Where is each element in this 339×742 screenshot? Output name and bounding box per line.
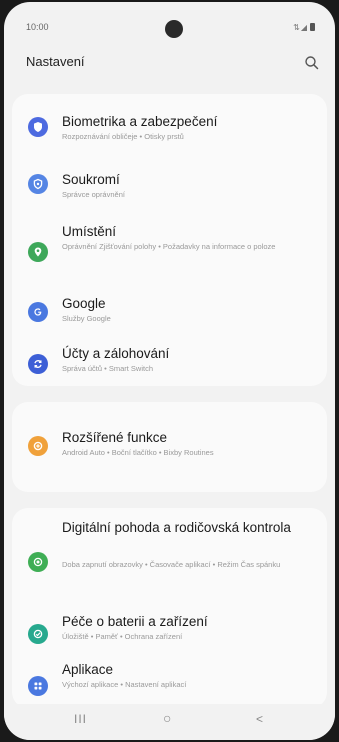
settings-item-digital-wellbeing[interactable]: Digitální pohoda a rodičovská kontrola D…: [12, 516, 327, 600]
wellbeing-icon: [28, 552, 48, 572]
settings-item-label: Péče o baterii a zařízení: [62, 614, 208, 629]
status-icons: ⇅◢: [293, 23, 315, 32]
settings-item-summary: Správce oprávnění: [62, 190, 125, 199]
app-header: Nastavení: [4, 48, 335, 78]
battery-icon: [310, 23, 315, 31]
settings-item-label: Aplikace: [62, 662, 114, 677]
recents-button[interactable]: III: [74, 712, 87, 726]
search-icon[interactable]: [303, 54, 321, 72]
phone-screen: 10:00 ⇅◢ Nastavení Biometrika a zabezpeč…: [4, 2, 335, 740]
settings-item-summary: Služby Google: [62, 314, 111, 323]
settings-item-summary: Doba zapnutí obrazovky • Časovače aplika…: [62, 560, 281, 569]
settings-item-label: Umístění: [62, 224, 117, 239]
settings-item-google[interactable]: Google Služby Google: [12, 284, 327, 330]
home-button[interactable]: ○: [163, 710, 171, 726]
page-title: Nastavení: [26, 54, 85, 69]
settings-item-label: Google: [62, 296, 106, 311]
settings-item-device-care[interactable]: Péče o baterii a zařízení Úložiště • Pam…: [12, 602, 327, 652]
settings-item-label: Digitální pohoda a rodičovská kontrola: [62, 520, 291, 535]
navigation-bar: III ○ <: [4, 704, 335, 740]
sync-icon: [28, 354, 48, 374]
settings-item-summary: Úložiště • Paměť • Ochrana zařízení: [62, 632, 183, 641]
location-pin-icon: [28, 242, 48, 262]
shield-icon: [28, 117, 48, 137]
settings-item-label: Účty a zálohování: [62, 346, 170, 361]
settings-item-biometrics[interactable]: Biometrika a zabezpečení Rozpoznávání ob…: [12, 98, 327, 154]
settings-item-advanced-features[interactable]: Rozšířené funkce Android Auto • Boční tl…: [12, 416, 327, 476]
settings-group-1: Biometrika a zabezpečení Rozpoznávání ob…: [12, 94, 327, 386]
status-time: 10:00: [26, 22, 49, 32]
settings-group-3: Digitální pohoda a rodičovská kontrola D…: [12, 508, 327, 708]
settings-group-2: Rozšířené funkce Android Auto • Boční tl…: [12, 402, 327, 492]
settings-item-label: Rozšířené funkce: [62, 430, 168, 445]
settings-item-privacy[interactable]: Soukromí Správce oprávnění: [12, 156, 327, 208]
settings-item-summary: Výchozí aplikace • Nastavení aplikací: [62, 680, 187, 689]
settings-item-location[interactable]: Umístění Oprávnění Zjišťování polohy • P…: [12, 214, 327, 278]
signal-icon: ⇅◢: [293, 23, 308, 32]
device-care-icon: [28, 624, 48, 644]
settings-item-apps[interactable]: Aplikace Výchozí aplikace • Nastavení ap…: [12, 654, 327, 700]
apps-grid-icon: [28, 676, 48, 696]
back-button[interactable]: <: [256, 712, 263, 726]
settings-item-summary: Rozpoznávání obličeje • Otisky prstů: [62, 132, 184, 141]
settings-item-summary: Android Auto • Boční tlačítko • Bixby Ro…: [62, 448, 214, 457]
settings-item-label: Biometrika a zabezpečení: [62, 114, 218, 129]
privacy-shield-icon: [28, 174, 48, 194]
google-icon: [28, 302, 48, 322]
front-camera: [165, 20, 183, 38]
settings-item-summary: Oprávnění Zjišťování polohy • Požadavky …: [62, 242, 276, 251]
gear-plus-icon: [28, 436, 48, 456]
status-bar: 10:00 ⇅◢: [4, 2, 335, 42]
settings-item-label: Soukromí: [62, 172, 120, 187]
settings-item-summary: Správa účtů • Smart Switch: [62, 364, 153, 373]
settings-item-accounts[interactable]: Účty a zálohování Správa účtů • Smart Sw…: [12, 332, 327, 384]
